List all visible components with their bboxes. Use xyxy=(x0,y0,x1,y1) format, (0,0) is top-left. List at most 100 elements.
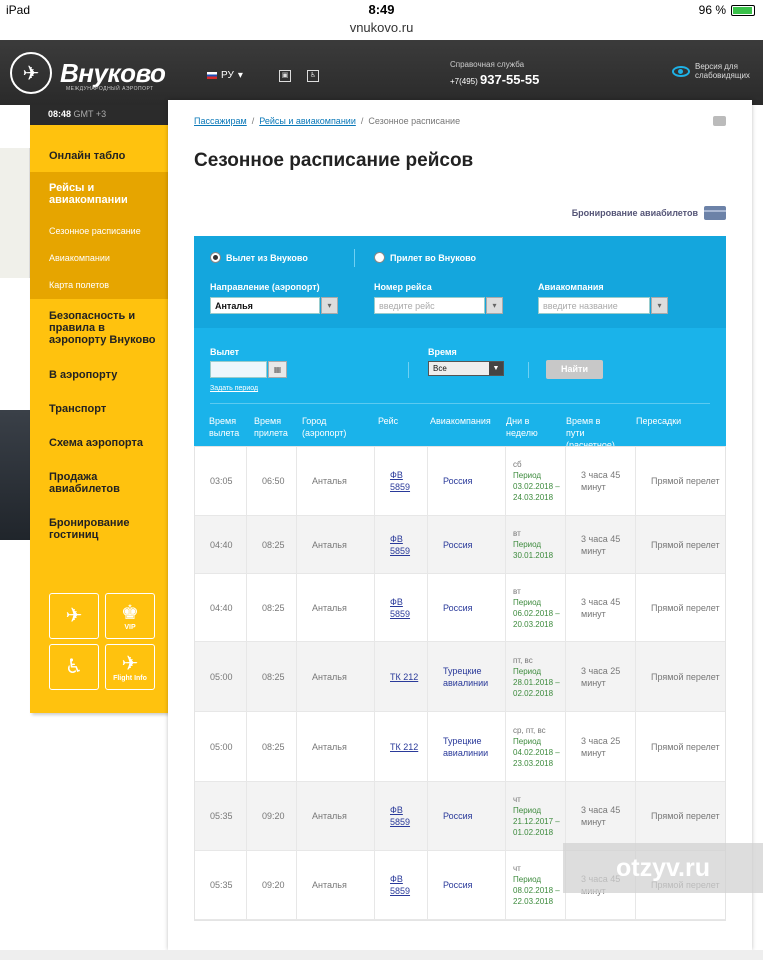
cell-flight[interactable]: ФВ 5859 xyxy=(375,516,428,573)
accessibility-icon[interactable]: ♿ xyxy=(307,70,319,82)
cell-flight[interactable]: ТК 212 xyxy=(375,712,428,781)
cell-departure-time: 05:35 xyxy=(195,851,247,919)
cell-airline[interactable]: Россия xyxy=(428,447,506,515)
breadcrumb-flights[interactable]: Рейсы и авиакомпании xyxy=(259,116,356,126)
col-departure: Время вылета xyxy=(209,416,240,438)
days-period: 21.12.2017 – 01.02.2018 xyxy=(513,817,560,837)
departure-date-label: Вылет xyxy=(210,347,240,357)
tile-label: VIP xyxy=(124,623,136,631)
cell-airline[interactable]: Россия xyxy=(428,851,506,919)
cell-airline-text[interactable]: Россия xyxy=(443,810,473,822)
cell-flight-text[interactable]: ТК 212 xyxy=(390,741,418,753)
find-button[interactable]: Найти xyxy=(546,360,603,379)
cell-duration-text: 3 часа 45 минут xyxy=(581,533,621,556)
content-card: Пассажирам / Рейсы и авиакомпании / Сезо… xyxy=(168,100,763,950)
flight-dropdown-button[interactable]: ▾ xyxy=(486,297,503,314)
sidebar-item-ticket-sales[interactable]: Продажа авиабилетов xyxy=(30,460,168,506)
flight-number-field[interactable]: введите рейс xyxy=(374,297,485,314)
airline-field[interactable]: введите название xyxy=(538,297,650,314)
cell-flight-text[interactable]: ФВ 5859 xyxy=(390,533,423,557)
battery-icon xyxy=(731,4,755,16)
cell-city-text: Анталья xyxy=(312,602,347,613)
cell-days: чт Период 21.12.2017 – 01.02.2018 xyxy=(506,782,566,850)
cell-flight-text[interactable]: ФВ 5859 xyxy=(390,596,423,620)
cell-flight-text[interactable]: ФВ 5859 xyxy=(390,469,423,493)
days-days: вт xyxy=(513,586,521,596)
sidebar-subitem-flight-map[interactable]: Карта полетов xyxy=(30,272,168,299)
table-row: 05:00 08:25 Анталья ТК 212 Турецкие авиалини… xyxy=(195,712,725,782)
tile-flights[interactable]: ✈ xyxy=(49,593,99,639)
sidebar-item-security[interactable]: Безопасность и правила в аэропорту Внуко… xyxy=(30,299,168,358)
cell-flight-text[interactable]: ТК 212 xyxy=(390,671,418,683)
direction-field[interactable]: Анталья xyxy=(210,297,320,314)
cell-airline-text[interactable]: Россия xyxy=(443,879,473,891)
cell-days: ср, пт, вс Период 04.02.2018 – 23.03.2018 xyxy=(506,712,566,781)
cell-flight[interactable]: ФВ 5859 xyxy=(375,782,428,850)
breadcrumb-passengers[interactable]: Пассажирам xyxy=(194,116,247,126)
sidebar-item-at-airport[interactable]: В аэропорту xyxy=(30,358,168,392)
cell-departure-time: 03:05 xyxy=(195,447,247,515)
cell-airline[interactable]: Турецкие авиалинии xyxy=(428,642,506,711)
print-icon[interactable] xyxy=(713,116,726,126)
phone-number[interactable]: +7(495) 937-55-55 xyxy=(450,72,539,87)
radio-departure[interactable]: Вылет из Внуково xyxy=(210,252,308,263)
cell-airline-text[interactable]: Турецкие авиалинии xyxy=(443,665,501,689)
cell-city-text: Анталья xyxy=(312,671,347,682)
divider xyxy=(408,362,409,378)
radio-departure-label: Вылет из Внуково xyxy=(226,252,308,263)
sidebar-item-airport-map[interactable]: Схема аэропорта xyxy=(30,426,168,460)
cell-airline-text[interactable]: Россия xyxy=(443,539,473,551)
cell-airline[interactable]: Турецкие авиалинии xyxy=(428,712,506,781)
sidebar-item-transport[interactable]: Транспорт xyxy=(30,392,168,426)
cell-airline-text[interactable]: Турецкие авиалинии xyxy=(443,735,501,759)
image-icon[interactable]: ▣ xyxy=(279,70,291,82)
airline-dropdown-button[interactable]: ▾ xyxy=(651,297,668,314)
cell-transfers-text: Прямой перелет xyxy=(651,741,720,752)
cell-flight[interactable]: ФВ 5859 xyxy=(375,447,428,515)
col-duration: Время в пути (расчетное) xyxy=(566,416,615,450)
cell-flight[interactable]: ФВ 5859 xyxy=(375,574,428,641)
cell-arrival-time-text: 06:50 xyxy=(262,476,285,486)
cell-arrival-time-text: 08:25 xyxy=(262,741,285,752)
calendar-icon[interactable]: ▦ xyxy=(268,361,287,378)
time-select[interactable]: Все ▼ xyxy=(428,361,504,376)
cell-duration-text: 3 часа 45 минут xyxy=(581,596,621,619)
direction-dropdown-button[interactable]: ▾ xyxy=(321,297,338,314)
booking-link[interactable]: Бронирование авиабилетов xyxy=(572,206,726,220)
cell-flight[interactable]: ФВ 5859 xyxy=(375,851,428,919)
sidebar-item-online-board[interactable]: Онлайн табло xyxy=(30,125,168,172)
cell-airline[interactable]: Россия xyxy=(428,782,506,850)
radio-arrival[interactable]: Прилет во Внуково xyxy=(374,252,476,263)
cell-flight[interactable]: ТК 212 xyxy=(375,642,428,711)
sidebar-item-hotel-booking[interactable]: Бронирование гостиниц xyxy=(30,506,168,552)
cell-flight-text[interactable]: ФВ 5859 xyxy=(390,873,423,897)
eye-icon xyxy=(672,65,690,77)
date-range-link[interactable]: Задать период xyxy=(210,385,258,392)
low-vision-link[interactable]: Версия для слабовидящих xyxy=(672,62,750,80)
url-bar[interactable]: vnukovo.ru xyxy=(0,20,763,40)
cell-duration-text: 3 часа 25 минут xyxy=(581,735,621,758)
tile-flight-info[interactable]: ✈ Flight Info xyxy=(105,644,155,690)
cell-city-text: Анталья xyxy=(312,539,347,550)
cell-duration: 3 часа 25 минут xyxy=(566,642,636,711)
tile-vip[interactable]: ♚ VIP xyxy=(105,593,155,639)
time-label: Время xyxy=(428,347,457,357)
cell-airline[interactable]: Россия xyxy=(428,516,506,573)
departure-date-field[interactable] xyxy=(210,361,267,378)
sidebar-subitem-airlines[interactable]: Авиакомпании xyxy=(30,245,168,272)
airplane-icon: ✈ xyxy=(65,605,83,627)
sidebar-subitem-seasonal-schedule[interactable]: Сезонное расписание xyxy=(30,218,168,245)
days-days: чт xyxy=(513,864,521,873)
divider xyxy=(354,249,355,267)
departure-icon: ✈ xyxy=(121,652,139,675)
language-selector[interactable]: РУ ▾ xyxy=(207,70,243,81)
table-header: Время вылета Время прилета Город (аэропо… xyxy=(194,410,726,450)
cell-airline-text[interactable]: Россия xyxy=(443,602,473,614)
cell-airline[interactable]: Россия xyxy=(428,574,506,641)
cell-airline-text[interactable]: Россия xyxy=(443,475,473,487)
cell-flight-text[interactable]: ФВ 5859 xyxy=(390,804,423,828)
sidebar-item-flights[interactable]: Рейсы и авиакомпании xyxy=(30,172,168,218)
tile-accessibility[interactable]: ♿ xyxy=(49,644,99,690)
cell-transfers: Прямой перелет xyxy=(636,782,725,850)
table-row: 03:05 06:50 Анталья ФВ 5859 Россия сб Период 03… xyxy=(195,447,725,516)
